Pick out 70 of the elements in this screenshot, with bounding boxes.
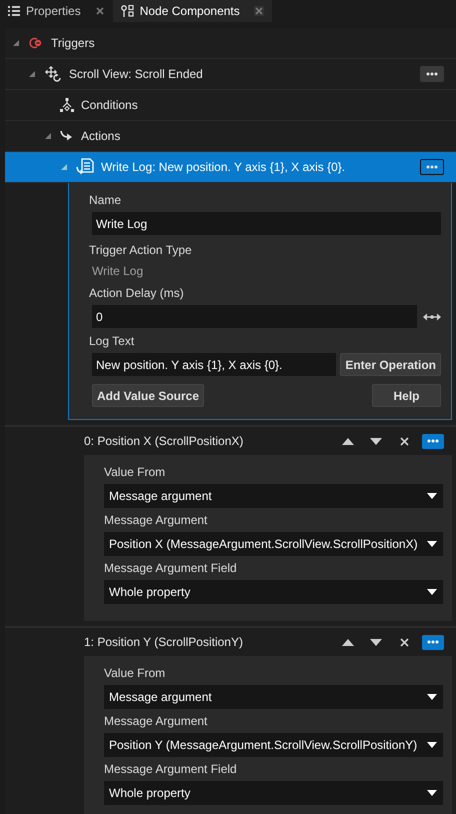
ellipsis-icon	[426, 72, 438, 76]
close-icon[interactable]	[254, 6, 264, 16]
dropdown[interactable]: Position Y (MessageArgument.ScrollView.ScrollPositionY)	[104, 733, 443, 757]
tree-item[interactable]: Write Log: New position. Y axis {1}, X axis {0}.	[5, 152, 456, 183]
tree-item[interactable]: Triggers	[5, 28, 456, 59]
close-icon[interactable]	[94, 6, 105, 16]
close-icon	[400, 436, 408, 446]
more-button[interactable]	[420, 159, 444, 175]
caret-icon	[427, 790, 437, 796]
field-value: Write Log	[91, 263, 144, 280]
more-button[interactable]	[422, 634, 444, 650]
ellipsis-icon	[427, 640, 439, 644]
caret-icon	[427, 589, 437, 595]
field-label: Value From	[104, 665, 166, 682]
more-button[interactable]	[422, 434, 444, 448]
down-triangle-icon	[370, 638, 382, 646]
field-label: Message Argument Field	[104, 761, 238, 778]
operation-button[interactable]: Enter Operation	[340, 353, 441, 376]
arrow-icon	[60, 130, 74, 142]
caret-icon	[427, 694, 437, 700]
down-triangle-icon	[370, 438, 382, 444]
dropdown[interactable]: Position X (MessageArgument.ScrollView.ScrollPositionX)	[104, 532, 443, 556]
expanded-arrow-icon[interactable]	[12, 39, 20, 47]
expanded-arrow-icon[interactable]	[60, 163, 68, 171]
field-label: Value From	[104, 464, 166, 481]
tree-label: Conditions	[81, 97, 139, 114]
field-label: Log Text	[89, 333, 136, 350]
more-button[interactable]	[420, 66, 444, 82]
list-icon	[8, 6, 20, 16]
field-label: Trigger Action Type	[89, 242, 193, 259]
hierarchy-icon	[60, 98, 74, 112]
ellipsis-icon	[427, 439, 439, 443]
tree-label: Write Log: New position. Y axis {1}, X axis {0}.	[101, 159, 346, 176]
up-triangle-icon	[342, 438, 354, 444]
caret-icon	[427, 742, 437, 748]
text-field[interactable]: New position. Y axis {1}, X axis {0}.	[92, 353, 336, 376]
caret-icon	[427, 541, 437, 547]
tab[interactable]: Properties	[0, 0, 113, 22]
drag-arrows-icon[interactable]	[423, 312, 441, 320]
tree-item[interactable]: Scroll View: Scroll Ended	[5, 59, 456, 90]
text-field[interactable]: Write Log	[92, 212, 441, 235]
document-icon	[76, 158, 94, 176]
field-label: Message Argument	[104, 512, 208, 529]
tree-label: Scroll View: Scroll Ended	[69, 66, 204, 83]
caret-icon	[427, 493, 437, 499]
tab[interactable]: Node Components	[112, 0, 272, 22]
nodes-icon	[120, 5, 134, 17]
dropdown[interactable]: Message argument	[104, 685, 443, 709]
tree-item[interactable]: Conditions	[5, 90, 456, 121]
field-label: Message Argument	[104, 713, 208, 730]
ellipsis-icon	[426, 165, 438, 169]
dropdown[interactable]: Message argument	[104, 484, 443, 508]
close-icon	[400, 638, 408, 646]
up-triangle-icon	[342, 638, 354, 646]
dropdown[interactable]: Whole property	[104, 580, 443, 604]
action-button[interactable]: Add Value Source	[92, 384, 204, 407]
section-title: 1: Position Y (ScrollPositionY)	[84, 634, 244, 651]
tree-label: Triggers	[51, 35, 96, 52]
field-label: Message Argument Field	[104, 560, 238, 577]
dropdown[interactable]: Whole property	[104, 781, 443, 805]
tree-label: Actions	[81, 128, 122, 145]
action-button[interactable]: Help	[372, 384, 441, 407]
move-icon	[44, 65, 62, 83]
field-label: Action Delay (ms)	[89, 285, 185, 302]
expanded-arrow-icon[interactable]	[44, 132, 52, 140]
number-field[interactable]: 0	[92, 305, 417, 328]
trigger-icon	[28, 37, 44, 49]
field-label: Name	[89, 192, 122, 209]
section-title: 0: Position X (ScrollPositionX)	[84, 433, 244, 450]
expanded-arrow-icon[interactable]	[28, 70, 36, 78]
